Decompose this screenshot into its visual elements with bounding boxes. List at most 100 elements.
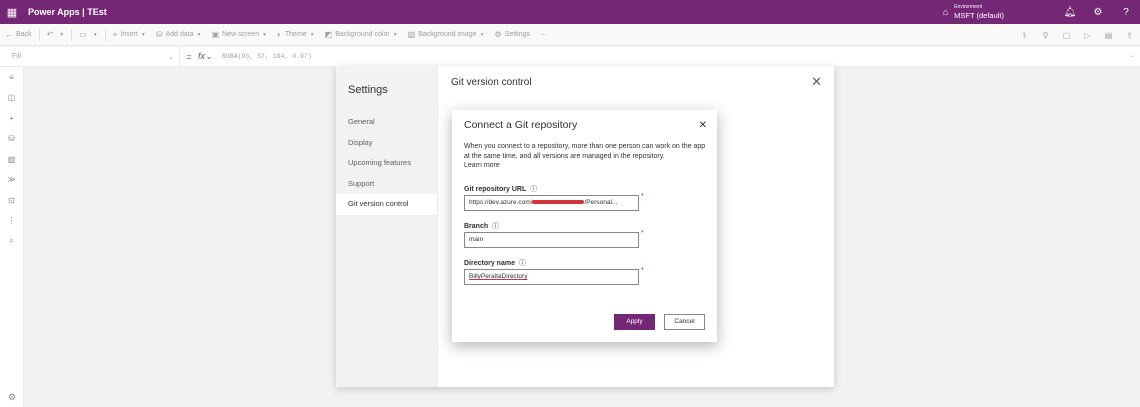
settings-button[interactable]: ⚙ Settings [490,30,535,39]
publish-icon[interactable]: ⇪ [1119,31,1140,40]
repo-url-start: https://dev.azure.com/ [469,199,533,206]
image-icon: ▨ [407,30,416,39]
chevron-down-icon: ▼ [92,31,98,38]
branch-label-text: Branch [464,222,489,230]
formula-input[interactable]: RGBA(93, 57, 184, 0.97) [222,53,312,60]
branch-input[interactable]: main [464,232,639,248]
notifications-icon[interactable]: 🔔︎ [1056,7,1084,18]
help-icon[interactable]: ? [1112,7,1140,18]
directory-label-text: Directory name [464,259,515,267]
back-button[interactable]: ← Back [0,30,37,39]
advanced-tools-icon[interactable]: ⋮ [0,211,23,232]
new-screen-button[interactable]: ▣ New screen ▼ [207,30,272,39]
insert-label: Insert [120,31,138,38]
close-icon[interactable]: ✕ [699,120,707,131]
command-bar-right: ⚕ ⚲ ▢ ▷ ▤ ⇪ [1014,24,1140,46]
chevron-down-icon[interactable]: ⌄ [1129,52,1134,59]
more-button[interactable]: ⋯ [535,31,552,39]
dialog-title: Connect a Git repository [464,119,578,131]
redaction-mark [532,200,585,205]
more-icon: ⋯ [540,31,547,39]
play-icon[interactable]: ▷ [1077,31,1098,40]
repo-url-input[interactable]: https://dev.azure.com/ /Personal... [464,195,639,211]
gear-icon[interactable]: ⚙ [0,392,24,403]
background-color-label: Background color [335,31,390,38]
app-title: Power Apps | TEst [28,7,107,17]
directory-input[interactable]: BillyPeraltaDirectory [464,269,639,285]
power-automate-icon[interactable]: ≫ [0,170,23,191]
app-checker-icon[interactable]: ⚕ [1014,31,1035,40]
share-icon[interactable]: ⚲ [1035,31,1056,40]
description-text: When you connect to a repository, more t… [464,143,706,160]
paste-button[interactable]: ▭ ▼ [74,30,103,39]
theme-button[interactable]: ◐ Theme ▼ [272,30,320,39]
divider [71,28,73,41]
undo-icon: ↶ [46,30,54,39]
header-actions: ⌂ Environment MSFT (default) 🔔︎ ⚙ ? [943,0,1140,24]
palette-icon: ◐ [277,30,282,39]
apply-button[interactable]: Apply [614,314,655,330]
settings-nav-support[interactable]: Support [336,174,437,195]
tree-view-icon[interactable]: ◫ [0,88,23,109]
chevron-down-icon: ▼ [262,31,268,38]
settings-nav-git-version-control[interactable]: Git version control [336,194,437,215]
background-image-button[interactable]: ▨ Background image ▼ [403,30,490,39]
formula-bar: Fill ⌄ = fx⌄ RGBA(93, 57, 184, 0.97) ⌄ [0,46,1140,67]
cancel-button[interactable]: Cancel [664,314,705,330]
settings-label: Settings [504,31,530,38]
settings-nav-general[interactable]: General [336,112,437,133]
environment-picker[interactable]: Environment MSFT (default) [954,3,1004,20]
media-icon[interactable]: ▧ [0,149,23,170]
settings-nav-upcoming-features[interactable]: Upcoming features [336,153,437,174]
settings-title: Settings [348,84,388,96]
settings-nav: Settings General Display Upcoming featur… [336,66,438,387]
required-marker: * [641,230,644,237]
insert-button[interactable]: + Insert ▼ [108,30,151,39]
divider [104,28,106,41]
branch-label: Branch ⓘ [464,221,499,231]
back-arrow-icon: ← [5,30,13,39]
insert-icon[interactable]: + [0,108,23,129]
repo-url-label-text: Git repository URL [464,185,527,193]
chevron-down-icon: ▼ [392,31,398,38]
environment-icon: ⌂ [942,7,949,17]
chevron-down-icon: ▼ [479,31,485,38]
section-heading: Git version control [451,77,532,88]
info-icon[interactable]: ⓘ [519,258,526,268]
close-icon[interactable]: ✕ [811,74,822,90]
repo-url-label: Git repository URL ⓘ [464,184,537,194]
settings-nav-display[interactable]: Display [336,133,437,154]
app-launcher-icon[interactable]: ▦ [0,0,24,24]
search-icon[interactable]: ⌕ [0,231,23,252]
info-icon[interactable]: ⓘ [530,184,537,194]
variables-icon[interactable]: ⊡ [0,190,23,211]
add-data-button[interactable]: ⛁ Add data ▼ [151,30,207,39]
background-color-button[interactable]: ◩ Background color ▼ [320,30,403,39]
required-marker: * [641,267,644,274]
property-dropdown[interactable]: Fill ⌄ [0,46,180,67]
undo-button[interactable]: ↶ ▼ [42,30,70,39]
hamburger-icon[interactable]: ≡ [0,67,23,88]
plus-icon: + [112,30,118,39]
back-label: Back [16,31,32,38]
new-screen-label: New screen [222,31,260,38]
directory-label: Directory name ⓘ [464,258,526,268]
chevron-down-icon: ▼ [59,31,65,38]
repo-url-end: /Personal... [584,199,618,206]
gear-icon[interactable]: ⚙ [1084,7,1112,18]
paint-bucket-icon: ◩ [324,30,333,39]
info-icon[interactable]: ⓘ [492,221,499,231]
chevron-down-icon: ▼ [196,31,202,38]
property-value: Fill [12,53,21,60]
environment-name: MSFT (default) [954,10,1004,20]
save-icon[interactable]: ▤ [1098,31,1119,40]
connect-git-dialog: Connect a Git repository ✕ When you conn… [452,110,717,342]
gear-icon: ⚙ [494,30,502,39]
learn-more-link[interactable]: Learn more [464,162,500,169]
environment-label: Environment [954,3,983,10]
data-icon[interactable]: ⛁ [0,129,23,150]
background-image-label: Background image [418,31,477,38]
fx-icon[interactable]: fx⌄ [198,51,222,62]
add-data-label: Add data [165,31,194,38]
comments-icon[interactable]: ▢ [1056,31,1077,40]
